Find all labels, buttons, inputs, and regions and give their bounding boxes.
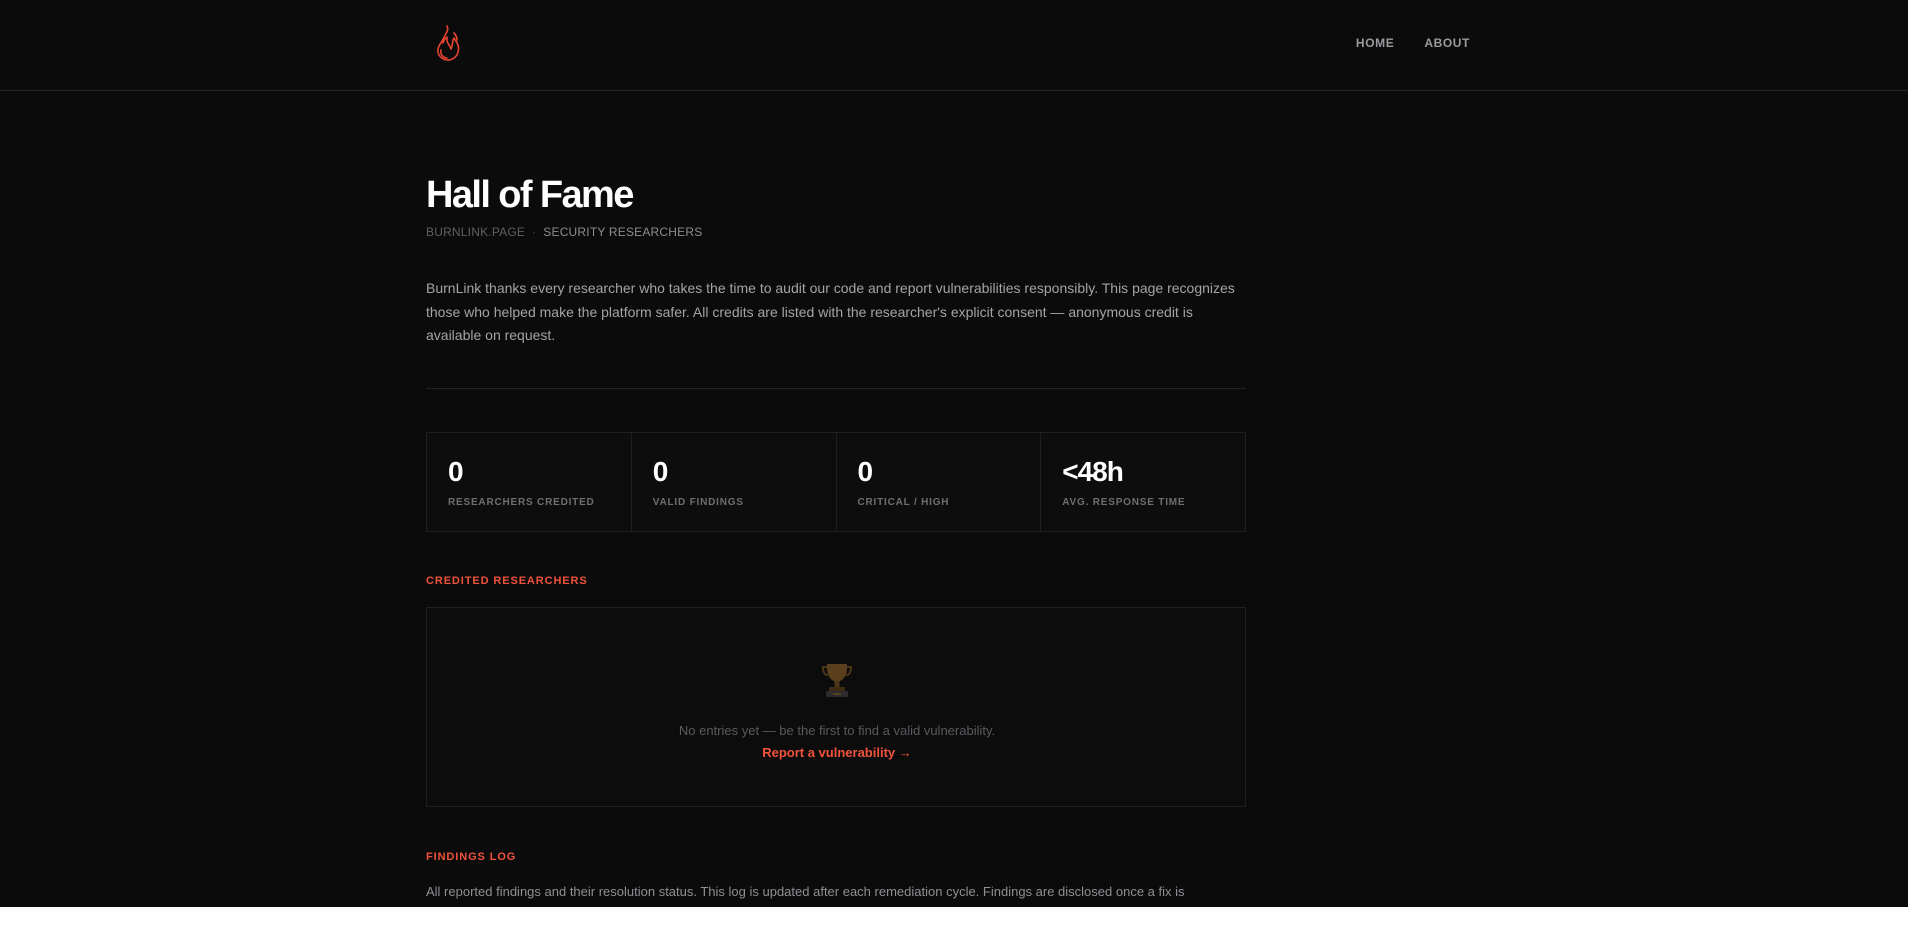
stat-label: AVG. RESPONSE TIME <box>1062 497 1186 508</box>
findings-log-description: All reported findings and their resoluti… <box>426 884 1185 899</box>
nav-home-link[interactable]: HOME <box>1356 36 1394 50</box>
nav-about-link[interactable]: ABOUT <box>1424 36 1470 50</box>
breadcrumb-site[interactable]: BURNLINK.PAGE <box>426 225 525 239</box>
stat-critical-high: 0 CRITICAL / HIGH <box>837 433 1042 531</box>
intro-paragraph: BurnLink thanks every researcher who tak… <box>426 280 1235 343</box>
trophy-icon <box>821 664 853 697</box>
stat-value: 0 <box>448 456 464 487</box>
stat-label: VALID FINDINGS <box>652 497 744 508</box>
page-title: Hall of Fame <box>426 174 634 216</box>
page-viewport: HOME ABOUT Hall of Fame BURNLINK.PAGE · SE… <box>0 0 1908 907</box>
credited-researchers-heading: CREDITED RESEARCHERS <box>426 575 588 587</box>
section-divider <box>426 388 1246 389</box>
flame-logo-icon[interactable] <box>433 24 465 62</box>
main-nav: HOME ABOUT <box>1356 36 1470 50</box>
stat-value: 0 <box>857 456 874 487</box>
stat-avg-response-time: <48h AVG. RESPONSE TIME <box>1041 433 1245 531</box>
stat-value: 0 <box>652 456 669 487</box>
breadcrumb: BURNLINK.PAGE · SECURITY RESEARCHERS <box>426 225 702 239</box>
stat-value: <48h <box>1062 456 1124 487</box>
report-link-row: Report a vulnerability → <box>427 745 1247 760</box>
findings-log-heading: FINDINGS LOG <box>426 851 517 863</box>
breadcrumb-separator: · <box>532 225 537 239</box>
stat-label: RESEARCHERS CREDITED <box>448 497 595 508</box>
empty-state-text: No entries yet — be the first to find a … <box>678 723 996 738</box>
stat-valid-findings: 0 VALID FINDINGS <box>632 433 837 531</box>
stats-grid: 0 RESEARCHERS CREDITED 0 VALID FINDINGS … <box>426 432 1246 532</box>
site-header: HOME ABOUT <box>0 0 1908 91</box>
breadcrumb-current: SECURITY RESEARCHERS <box>543 225 703 239</box>
stat-researchers-credited: 0 RESEARCHERS CREDITED <box>427 433 632 531</box>
credited-researchers-card: No entries yet — be the first to find a … <box>426 607 1246 807</box>
report-vulnerability-link[interactable]: Report a vulnerability → <box>762 745 912 760</box>
stat-label: CRITICAL / HIGH <box>857 497 950 508</box>
